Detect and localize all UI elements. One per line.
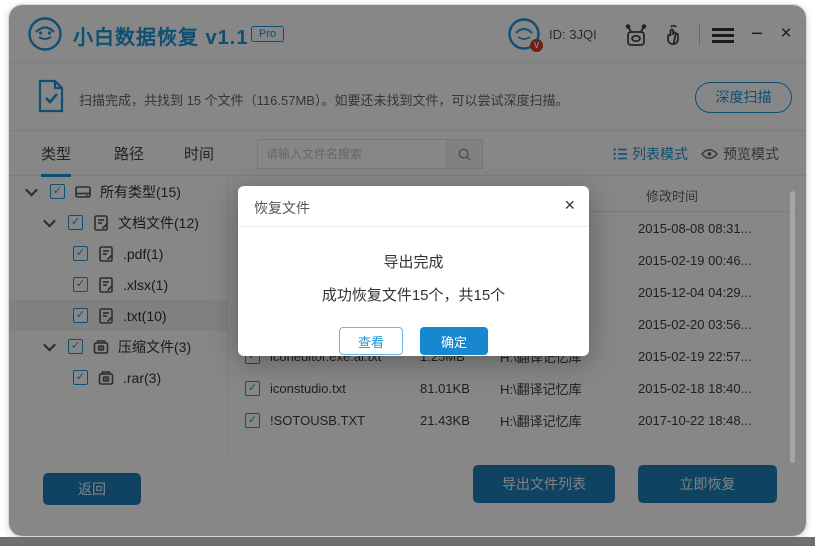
dialog-close-icon[interactable]: × (564, 195, 575, 216)
screen: 小白数据恢复 v1.1 Pro V ID: 3JQI − × 扫描完成，共找到 … (0, 0, 815, 546)
app-window: 小白数据恢复 v1.1 Pro V ID: 3JQI − × 扫描完成，共找到 … (8, 4, 807, 537)
dialog-title: 恢复文件 (254, 200, 310, 216)
dialog-message-line2: 成功恢复文件15个，共15个 (321, 287, 506, 304)
ok-button[interactable]: 确定 (420, 327, 488, 355)
dialog-message-line1: 导出完成 (383, 254, 444, 271)
dialog-header: 恢复文件 × (238, 186, 589, 227)
recover-result-dialog: 恢复文件 × 导出完成 成功恢复文件15个，共15个 查看 确定 (238, 186, 589, 356)
view-button[interactable]: 查看 (339, 327, 403, 355)
dialog-buttons: 查看 确定 (238, 327, 589, 355)
table-scrollbar[interactable] (790, 191, 795, 463)
bottom-strip (0, 537, 815, 546)
